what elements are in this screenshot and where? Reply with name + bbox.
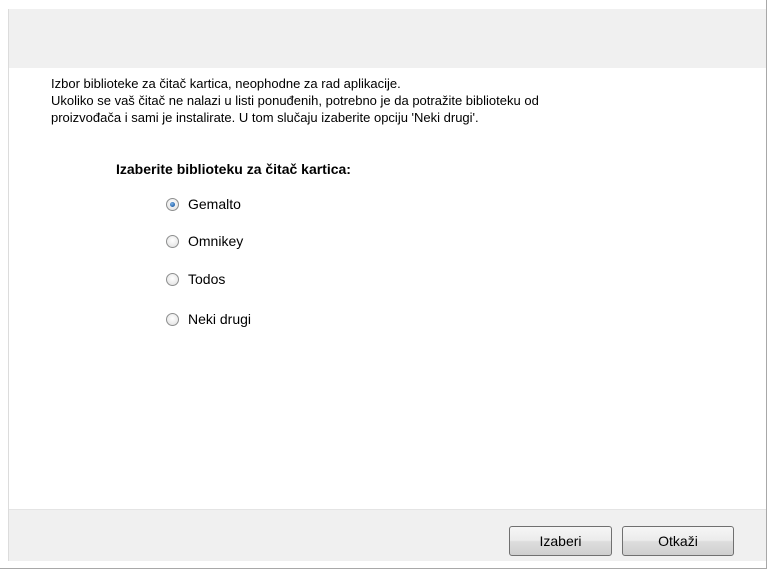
library-select-dialog: Izbor biblioteke za čitač kartica, neoph… [0,0,767,569]
library-group-title: Izaberite biblioteku za čitač kartica: [116,161,351,177]
radio-unchecked-icon[interactable] [166,234,179,248]
radio-option-omnikey[interactable]: Omnikey [166,231,243,251]
intro-text: Izbor biblioteke za čitač kartica, neoph… [51,75,751,126]
radio-option-todos[interactable]: Todos [166,269,225,289]
dialog-content-area [9,68,766,509]
radio-unchecked-icon[interactable] [166,272,179,286]
select-button[interactable]: Izaberi [509,526,612,556]
radio-label-todos: Todos [188,271,226,287]
radio-label-neki-drugi: Neki drugi [188,311,252,327]
radio-option-neki-drugi[interactable]: Neki drugi [166,309,251,329]
radio-checked-icon[interactable] [166,197,179,211]
radio-unchecked-icon[interactable] [166,312,179,326]
radio-label-omnikey: Omnikey [188,233,244,249]
radio-option-gemalto[interactable]: Gemalto [166,194,241,214]
cancel-button[interactable]: Otkaži [622,526,734,556]
intro-line-2: Ukoliko se vaš čitač ne nalazi u listi p… [51,93,539,108]
intro-line-3: proizvođača i sami je instalirate. U tom… [51,110,479,125]
dialog-header-bar [8,9,766,68]
intro-line-1: Izbor biblioteke za čitač kartica, neoph… [51,76,401,91]
radio-label-gemalto: Gemalto [188,196,241,212]
